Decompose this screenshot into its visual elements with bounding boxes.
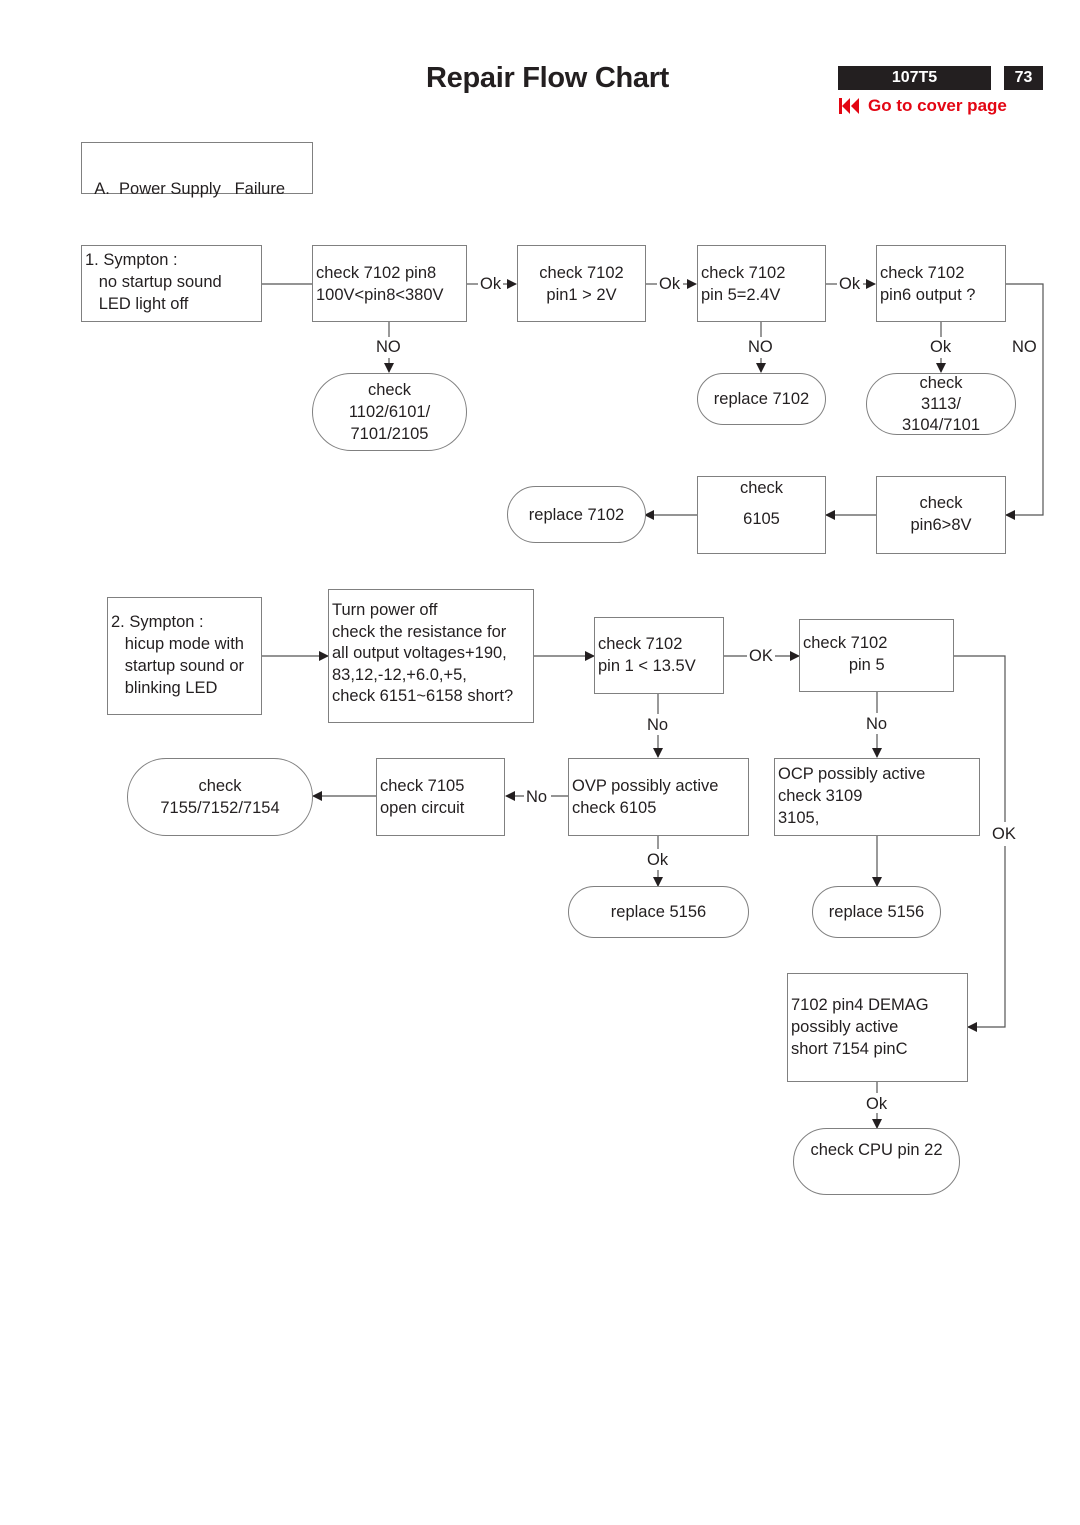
ocp-box: OCP possibly active check 3109 3105, xyxy=(774,758,980,836)
check-cpu-pin22-terminal: check CPU pin 22 xyxy=(793,1128,960,1195)
ok-label: Ok xyxy=(929,338,953,356)
no-label: NO xyxy=(375,338,402,356)
check-7102-pin5-box: check 7102 pin 5 xyxy=(799,619,954,692)
replace-5156-ovp-terminal: replace 5156 xyxy=(568,886,749,938)
replace-7102-final-terminal: replace 7102 xyxy=(507,486,646,543)
check-6105-box: check 6105 xyxy=(697,476,826,554)
ok-label: Ok xyxy=(865,1095,889,1113)
ok-label: OK xyxy=(991,825,1017,843)
connector xyxy=(967,846,1006,1032)
ok-label: Ok xyxy=(646,851,670,869)
no-label: No xyxy=(646,716,670,734)
resistance-check-box: Turn power off check the resistance for … xyxy=(328,589,534,723)
section-title-box: A. Power Supply Failure xyxy=(81,142,313,198)
ok-label: Ok xyxy=(838,275,862,293)
check-3113-3104-7101-terminal: check 3113/ 3104/7101 xyxy=(866,373,1016,435)
section-title: A. Power Supply Failure xyxy=(94,180,286,198)
check-7102-pin5-box: check 7102 pin 5=2.4V xyxy=(697,245,826,322)
check-7155-7152-7154-terminal: check 7155/7152/7154 xyxy=(127,758,313,836)
check-7105-box: check 7105 open circuit xyxy=(376,758,505,836)
check-1102-6101-7101-2105-terminal: check 1102/6101/ 7101/2105 xyxy=(312,373,467,451)
symptom-1-box: 1. Sympton : no startup sound LED light … xyxy=(81,245,262,322)
ok-label: Ok xyxy=(479,275,503,293)
no-label: NO xyxy=(747,338,774,356)
check-pin6-8v-box: check pin6>8V xyxy=(876,476,1006,554)
check-7102-pin1-13v5-box: check 7102 pin 1 < 13.5V xyxy=(594,617,724,694)
check-7102-pin8-box: check 7102 pin8 100V<pin8<380V xyxy=(312,245,467,322)
check-7102-pin1-box: check 7102 pin1 > 2V xyxy=(517,245,646,322)
demag-box: 7102 pin4 DEMAG possibly active short 71… xyxy=(787,973,968,1082)
no-label: NO xyxy=(1011,338,1038,356)
ovp-box: OVP possibly active check 6105 xyxy=(568,758,749,836)
replace-5156-ocp-terminal: replace 5156 xyxy=(812,886,941,938)
check-7102-pin6-box: check 7102 pin6 output ? xyxy=(876,245,1006,322)
no-label: No xyxy=(525,788,549,806)
no-label: No xyxy=(865,715,889,733)
symptom-2-box: 2. Sympton : hicup mode with startup sou… xyxy=(107,597,262,715)
ok-label: Ok xyxy=(658,275,682,293)
ok-label: OK xyxy=(748,647,774,665)
replace-7102-terminal: replace 7102 xyxy=(697,373,826,425)
